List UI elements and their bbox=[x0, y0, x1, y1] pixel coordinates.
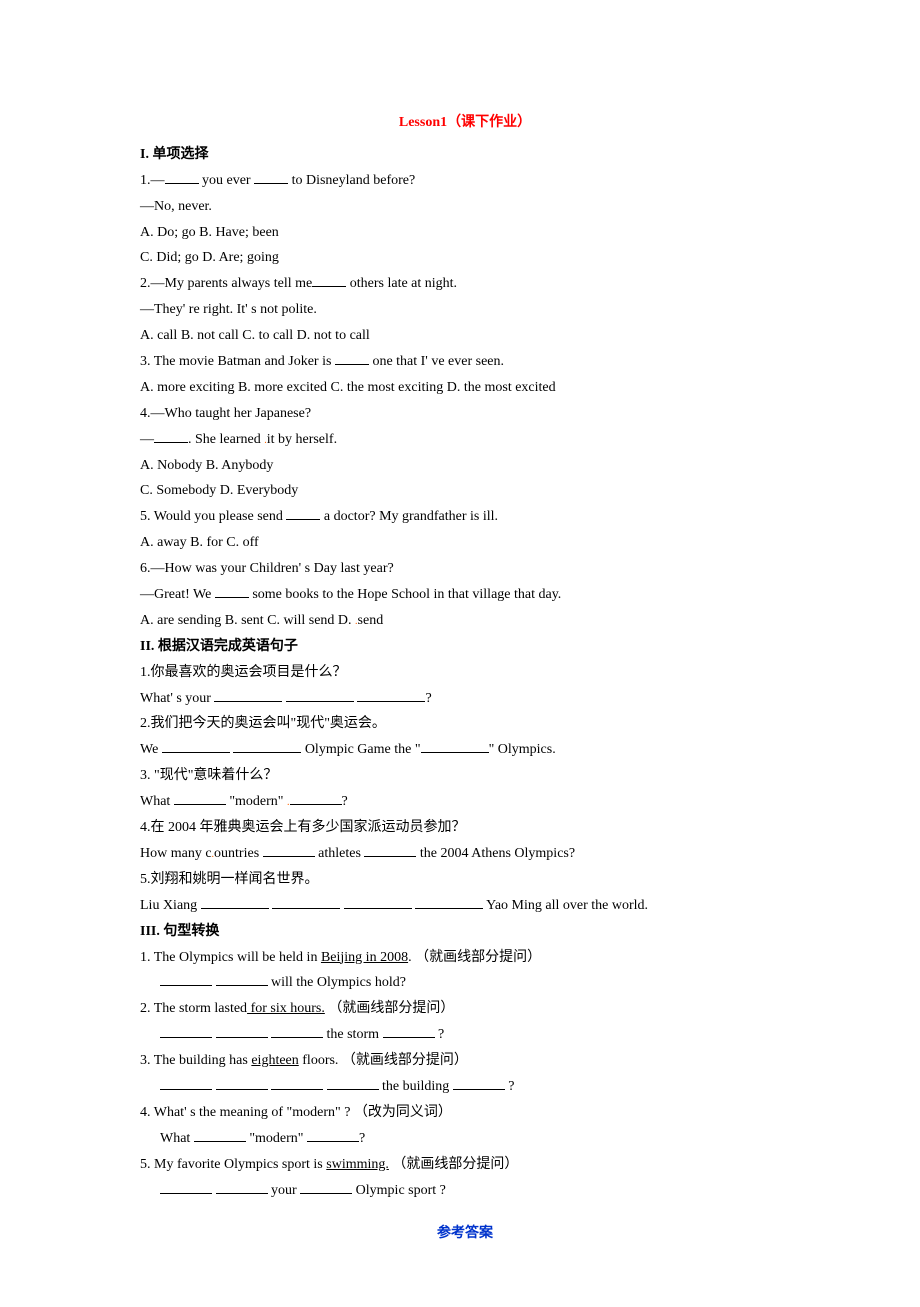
blank[interactable] bbox=[415, 895, 483, 909]
blank[interactable] bbox=[263, 843, 315, 857]
s3-q5-line2: your Olympic sport ? bbox=[140, 1178, 790, 1204]
blank[interactable] bbox=[154, 429, 188, 443]
s1-q1-optC: C. Did; go D. Are; going bbox=[140, 245, 790, 271]
s3-q1-line1: 1. The Olympics will be held in Beijing … bbox=[140, 945, 790, 971]
section-2-head: II. 根据汉语完成英语句子 bbox=[140, 634, 790, 660]
blank[interactable] bbox=[216, 973, 268, 987]
s1-q2-line2: —They' re right. It' s not polite. bbox=[140, 297, 790, 323]
s2-q2-en: We Olympic Game the "" Olympics. bbox=[140, 737, 790, 763]
blank[interactable] bbox=[216, 1180, 268, 1194]
s1-q1-line2: —No, never. bbox=[140, 194, 790, 220]
blank[interactable] bbox=[453, 1076, 505, 1090]
page-title: Lesson1（课下作业） bbox=[140, 110, 790, 136]
s1-q4-line1: 4.—Who taught her Japanese? bbox=[140, 401, 790, 427]
s1-q2-line1: 2.—My parents always tell me others late… bbox=[140, 271, 790, 297]
s1-q2-opts: A. call B. not call C. to call D. not to… bbox=[140, 323, 790, 349]
underlined-text: eighteen bbox=[251, 1053, 298, 1068]
s1-q4-optA: A. Nobody B. Anybody bbox=[140, 453, 790, 479]
blank[interactable] bbox=[300, 1180, 352, 1194]
blank[interactable] bbox=[286, 507, 320, 521]
blank[interactable] bbox=[194, 1128, 246, 1142]
s1-q4-line2: —. She learned .it by herself. bbox=[140, 427, 790, 453]
underlined-text: for six hours. bbox=[247, 1001, 325, 1016]
blank[interactable] bbox=[254, 170, 288, 184]
s1-q1-optA: A. Do; go B. Have; been bbox=[140, 220, 790, 246]
s1-q3-opts: A. more exciting B. more excited C. the … bbox=[140, 375, 790, 401]
blank[interactable] bbox=[160, 1025, 212, 1039]
s3-q4-line1: 4. What' s the meaning of "modern" ? （改为… bbox=[140, 1100, 790, 1126]
blank[interactable] bbox=[201, 895, 269, 909]
blank[interactable] bbox=[233, 740, 301, 754]
s3-q1-line2: will the Olympics hold? bbox=[140, 970, 790, 996]
section-1-head: I. 单项选择 bbox=[140, 142, 790, 168]
s2-q5-zh: 5.刘翔和姚明一样闻名世界。 bbox=[140, 867, 790, 893]
s1-q5-opts: A. away B. for C. off bbox=[140, 530, 790, 556]
blank[interactable] bbox=[272, 895, 340, 909]
s3-q5-line1: 5. My favorite Olympics sport is swimmin… bbox=[140, 1152, 790, 1178]
s1-q5-line1: 5. Would you please send a doctor? My gr… bbox=[140, 504, 790, 530]
s1-q6-opts: A. are sending B. sent C. will send D. .… bbox=[140, 608, 790, 634]
blank[interactable] bbox=[215, 584, 249, 598]
answers-heading: 参考答案 bbox=[140, 1221, 790, 1247]
blank[interactable] bbox=[290, 792, 342, 806]
blank[interactable] bbox=[312, 274, 346, 288]
blank[interactable] bbox=[165, 170, 199, 184]
blank[interactable] bbox=[364, 843, 416, 857]
blank[interactable] bbox=[174, 792, 226, 806]
blank[interactable] bbox=[383, 1025, 435, 1039]
s1-q4-optC: C. Somebody D. Everybody bbox=[140, 478, 790, 504]
s2-q4-zh: 4.在 2004 年雅典奥运会上有多少国家派运动员参加？ bbox=[140, 815, 790, 841]
underlined-text: swimming. bbox=[326, 1157, 389, 1172]
blank[interactable] bbox=[271, 1076, 323, 1090]
s2-q1-zh: 1.你最喜欢的奥运会项目是什么？ bbox=[140, 660, 790, 686]
section-3-head: III. 句型转换 bbox=[140, 919, 790, 945]
s1-q6-line1: 6.—How was your Children' s Day last yea… bbox=[140, 556, 790, 582]
s2-q1-en: What' s your ? bbox=[140, 686, 790, 712]
s1-q3-line1: 3. The movie Batman and Joker is one tha… bbox=[140, 349, 790, 375]
blank[interactable] bbox=[160, 1076, 212, 1090]
blank[interactable] bbox=[327, 1076, 379, 1090]
blank[interactable] bbox=[357, 688, 425, 702]
s3-q2-line2: the storm ? bbox=[140, 1022, 790, 1048]
s3-q4-line2: What "modern" ? bbox=[140, 1126, 790, 1152]
s2-q2-zh: 2.我们把今天的奥运会叫"现代"奥运会。 bbox=[140, 711, 790, 737]
s2-q3-en: What "modern" .? bbox=[140, 789, 790, 815]
blank[interactable] bbox=[160, 1180, 212, 1194]
blank[interactable] bbox=[286, 688, 354, 702]
blank[interactable] bbox=[344, 895, 412, 909]
s2-q3-zh: 3. "现代"意味着什么？ bbox=[140, 763, 790, 789]
s3-q3-line1: 3. The building has eighteen floors. （就画… bbox=[140, 1048, 790, 1074]
blank[interactable] bbox=[271, 1025, 323, 1039]
s2-q5-en: Liu Xiang Yao Ming all over the world. bbox=[140, 893, 790, 919]
blank[interactable] bbox=[162, 740, 230, 754]
blank[interactable] bbox=[214, 688, 282, 702]
s1-q6-line2: —Great! We some books to the Hope School… bbox=[140, 582, 790, 608]
blank[interactable] bbox=[421, 740, 489, 754]
blank[interactable] bbox=[307, 1128, 359, 1142]
s3-q3-line2: the building ? bbox=[140, 1074, 790, 1100]
underlined-text: Beijing in 2008 bbox=[321, 950, 408, 965]
blank[interactable] bbox=[335, 351, 369, 365]
blank[interactable] bbox=[160, 973, 212, 987]
worksheet-page: Lesson1（课下作业） I. 单项选择 1.— you ever to Di… bbox=[0, 0, 920, 1307]
blank[interactable] bbox=[216, 1076, 268, 1090]
s3-q2-line1: 2. The storm lasted for six hours. （就画线部… bbox=[140, 996, 790, 1022]
s1-q1-line1: 1.— you ever to Disneyland before? bbox=[140, 168, 790, 194]
blank[interactable] bbox=[216, 1025, 268, 1039]
s2-q4-en: How many c.ountries athletes the 2004 At… bbox=[140, 841, 790, 867]
